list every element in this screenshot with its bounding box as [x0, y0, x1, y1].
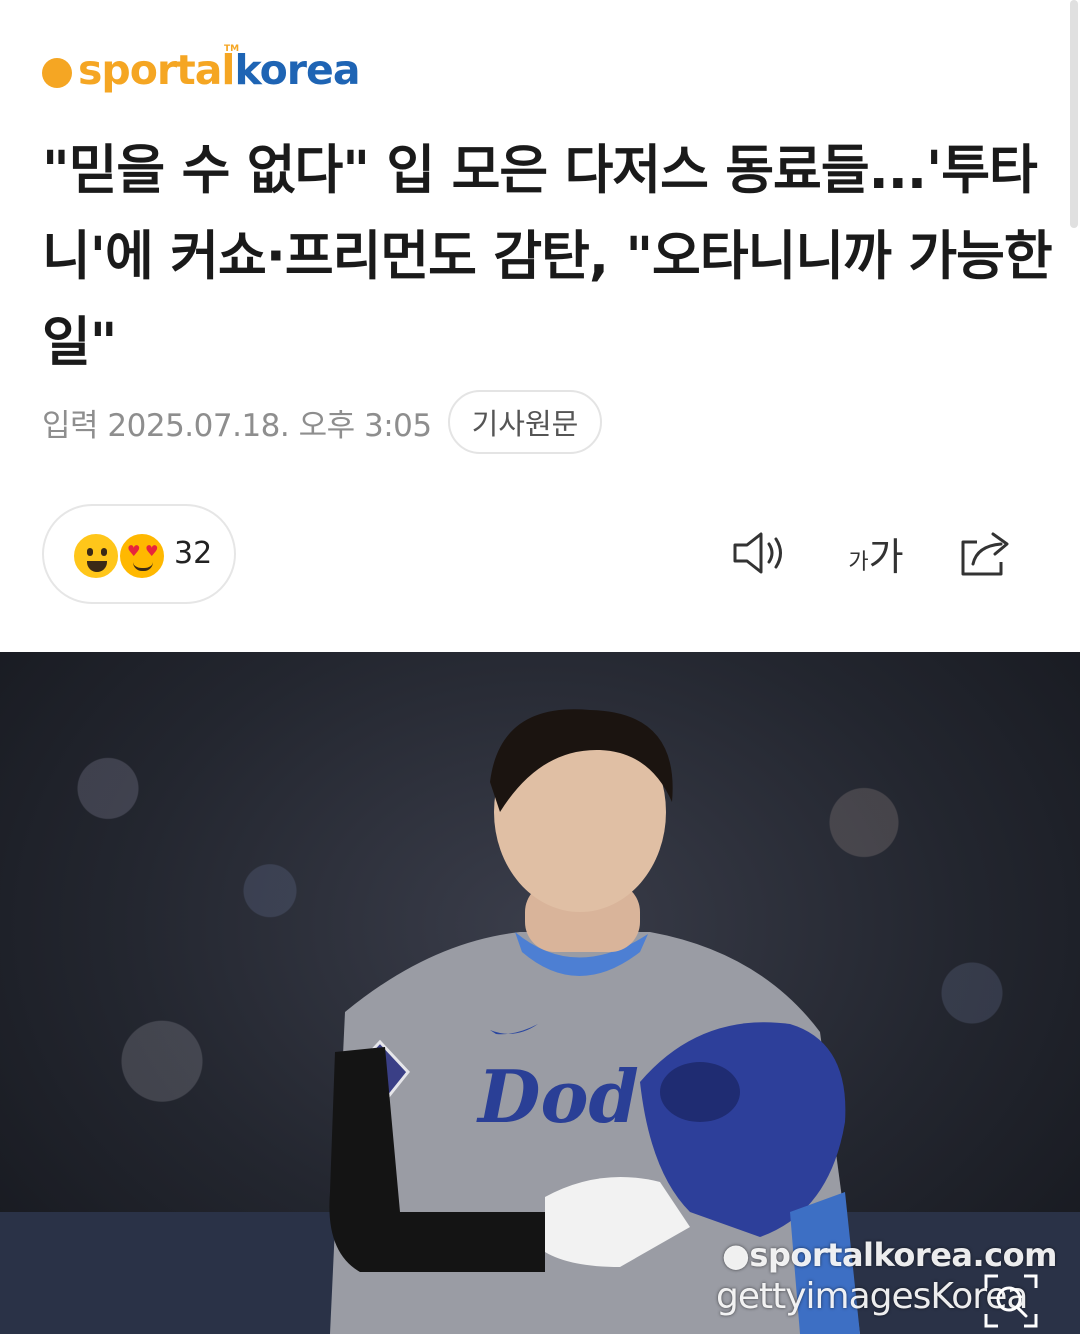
grinning-face-icon: [72, 532, 120, 580]
speaker-icon[interactable]: [726, 520, 792, 586]
heart-eyes-face-icon: ♥ ♥: [118, 532, 166, 580]
logo-text-primary: sportal: [78, 46, 235, 94]
font-size-big-label: 가: [868, 534, 904, 579]
share-icon[interactable]: [952, 520, 1018, 586]
article-headline: "믿을 수 없다" 입 모은 다저스 동료들...'투타니'에 커쇼·프리먼도 …: [42, 140, 1053, 373]
font-size-small-label: 가: [848, 550, 869, 575]
scrollbar[interactable]: [1070, 0, 1078, 228]
watermark-getty: gettyimagesKorea: [716, 1276, 1028, 1317]
original-article-button[interactable]: 기사원문: [447, 390, 603, 454]
article-photo[interactable]: Dod: [0, 652, 1080, 1334]
reaction-count: 32: [174, 536, 213, 571]
reaction-button[interactable]: ♥ ♥ 32: [42, 504, 236, 604]
font-size-button[interactable]: 가가: [836, 520, 916, 586]
zoom-icon[interactable]: [982, 1272, 1040, 1330]
svg-text:Dod: Dod: [476, 1054, 639, 1139]
article-page: sportal korea TM "믿을 수 없다" 입 모은 다저스 동료들..…: [0, 0, 1080, 1334]
site-logo[interactable]: sportal korea TM: [42, 44, 361, 96]
article-meta: 입력 2025.07.18. 오후 3:05 기사원문: [42, 390, 603, 454]
logo-text-secondary: korea: [234, 46, 360, 94]
player-illustration: Dod: [0, 709, 1080, 1334]
publish-date: 입력 2025.07.18. 오후 3:05: [42, 407, 432, 444]
logo-trademark: TM: [224, 44, 240, 54]
logo-dot-icon: [42, 58, 72, 88]
watermark-sportalkorea: ●sportalkorea.com: [722, 1236, 1057, 1274]
